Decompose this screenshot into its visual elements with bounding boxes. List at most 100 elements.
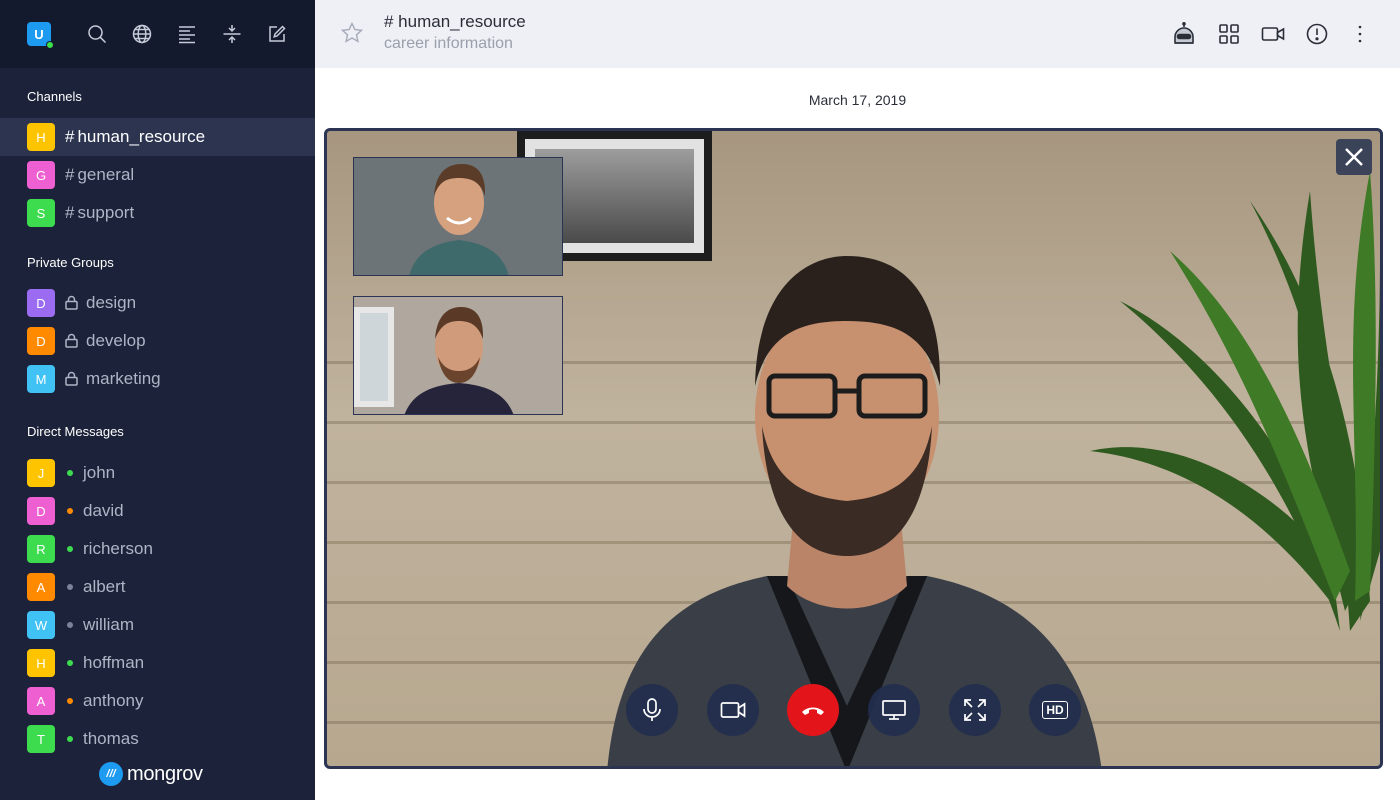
direct-messages-list: Jjohn Ddavid Rricherson Aalbert Wwilliam Hhof…: [0, 454, 315, 758]
align-left-icon[interactable]: [176, 23, 198, 45]
close-icon: [1345, 148, 1363, 166]
channels-list: H # human_resource G # general S # support: [0, 118, 315, 232]
channel-item-general[interactable]: G # general: [0, 156, 315, 194]
participant-thumbnail[interactable]: [353, 157, 563, 276]
edit-icon[interactable]: [266, 23, 288, 45]
user-avatar-initial: U: [34, 26, 44, 42]
split-icon[interactable]: [221, 23, 243, 45]
grid-icon[interactable]: [1217, 22, 1241, 46]
dm-avatar: R: [27, 535, 55, 563]
sidebar: U Channels H # human_resource G # general S # su…: [0, 0, 315, 800]
dm-item-david[interactable]: Ddavid: [0, 492, 315, 530]
channel-label: human_resource: [77, 127, 206, 146]
hash-icon: #: [65, 165, 75, 184]
channel-avatar: G: [27, 161, 55, 189]
dm-item-richerson[interactable]: Rricherson: [0, 530, 315, 568]
dm-avatar: D: [27, 497, 55, 525]
lock-icon: [65, 333, 79, 349]
date-divider: March 17, 2019: [808, 92, 907, 108]
dm-item-john[interactable]: Jjohn: [0, 454, 315, 492]
sidebar-toolbar: U: [0, 0, 315, 68]
channel-avatar: S: [27, 199, 55, 227]
channel-item-human-resource[interactable]: H # human_resource: [0, 118, 315, 156]
dm-item-thomas[interactable]: Tthomas: [0, 720, 315, 758]
user-avatar[interactable]: U: [27, 22, 54, 49]
dm-avatar: A: [27, 687, 55, 715]
channel-label: general: [77, 165, 135, 184]
channel-header: # human_resource career information: [315, 0, 1400, 68]
channel-subtitle: career information: [384, 35, 513, 52]
group-label: develop: [86, 331, 146, 350]
direct-messages-heading: Direct Messages: [27, 424, 124, 439]
presence-dot: [67, 508, 73, 514]
info-icon[interactable]: [1305, 22, 1329, 46]
dm-label: john: [83, 463, 116, 482]
dm-label: richerson: [83, 539, 153, 558]
screen-share-button[interactable]: [868, 684, 920, 736]
group-avatar: D: [27, 289, 55, 317]
dm-item-hoffman[interactable]: Hhoffman: [0, 644, 315, 682]
private-groups-list: Ddesign Ddevelop Mmarketing: [0, 284, 315, 398]
brand-logo: /// mongrov: [99, 762, 203, 786]
dm-label: william: [83, 615, 134, 634]
dm-avatar: H: [27, 649, 55, 677]
globe-icon[interactable]: [131, 23, 153, 45]
group-label: design: [86, 293, 137, 312]
dm-label: david: [83, 501, 124, 520]
dm-avatar: W: [27, 611, 55, 639]
dm-label: hoffman: [83, 653, 145, 672]
channel-title: # human_resource: [384, 12, 526, 31]
video-call-icon[interactable]: [1261, 22, 1285, 46]
presence-dot: [67, 736, 73, 742]
dm-avatar: J: [27, 459, 55, 487]
dm-item-anthony[interactable]: Aanthony: [0, 682, 315, 720]
presence-dot: [67, 470, 73, 476]
participant-thumbnail[interactable]: [353, 296, 563, 415]
dm-label: anthony: [83, 691, 144, 710]
mongrov-logo-icon: ///: [99, 762, 123, 786]
camera-icon: [720, 702, 746, 718]
online-status-dot: [46, 41, 54, 49]
dm-label: thomas: [83, 729, 139, 748]
dm-item-albert[interactable]: Aalbert: [0, 568, 315, 606]
camera-button[interactable]: [707, 684, 759, 736]
presence-dot: [67, 698, 73, 704]
fullscreen-icon: [964, 699, 986, 721]
bot-icon[interactable]: [1172, 22, 1196, 46]
fullscreen-button[interactable]: [949, 684, 1001, 736]
hash-icon: #: [65, 203, 75, 222]
end-call-button[interactable]: [787, 684, 839, 736]
dm-item-william[interactable]: Wwilliam: [0, 606, 315, 644]
search-icon[interactable]: [86, 23, 108, 45]
group-label: marketing: [86, 369, 161, 388]
lock-icon: [65, 371, 79, 387]
more-vertical-icon[interactable]: [1348, 22, 1372, 46]
presence-dot: [67, 660, 73, 666]
channel-avatar: H: [27, 123, 55, 151]
group-item-develop[interactable]: Ddevelop: [0, 322, 315, 360]
screen-share-icon: [882, 700, 906, 720]
video-call-panel: HD: [324, 128, 1383, 769]
close-call-button[interactable]: [1336, 139, 1372, 175]
hd-icon: HD: [1042, 701, 1068, 719]
dm-label: albert: [83, 577, 126, 596]
group-item-design[interactable]: Ddesign: [0, 284, 315, 322]
channel-item-support[interactable]: S # support: [0, 194, 315, 232]
presence-dot: [67, 546, 73, 552]
brand-name: mongrov: [127, 762, 203, 785]
presence-dot: [67, 584, 73, 590]
channel-label: support: [77, 203, 135, 222]
dm-avatar: A: [27, 573, 55, 601]
group-avatar: M: [27, 365, 55, 393]
microphone-icon: [643, 698, 661, 721]
private-groups-heading: Private Groups: [27, 255, 114, 270]
hash-icon: #: [65, 127, 75, 146]
star-icon[interactable]: [340, 21, 364, 45]
channels-heading: Channels: [27, 89, 82, 104]
presence-dot: [67, 622, 73, 628]
dm-avatar: T: [27, 725, 55, 753]
end-call-icon: [802, 707, 824, 715]
microphone-button[interactable]: [626, 684, 678, 736]
hd-quality-button[interactable]: HD: [1029, 684, 1081, 736]
group-item-marketing[interactable]: Mmarketing: [0, 360, 315, 398]
